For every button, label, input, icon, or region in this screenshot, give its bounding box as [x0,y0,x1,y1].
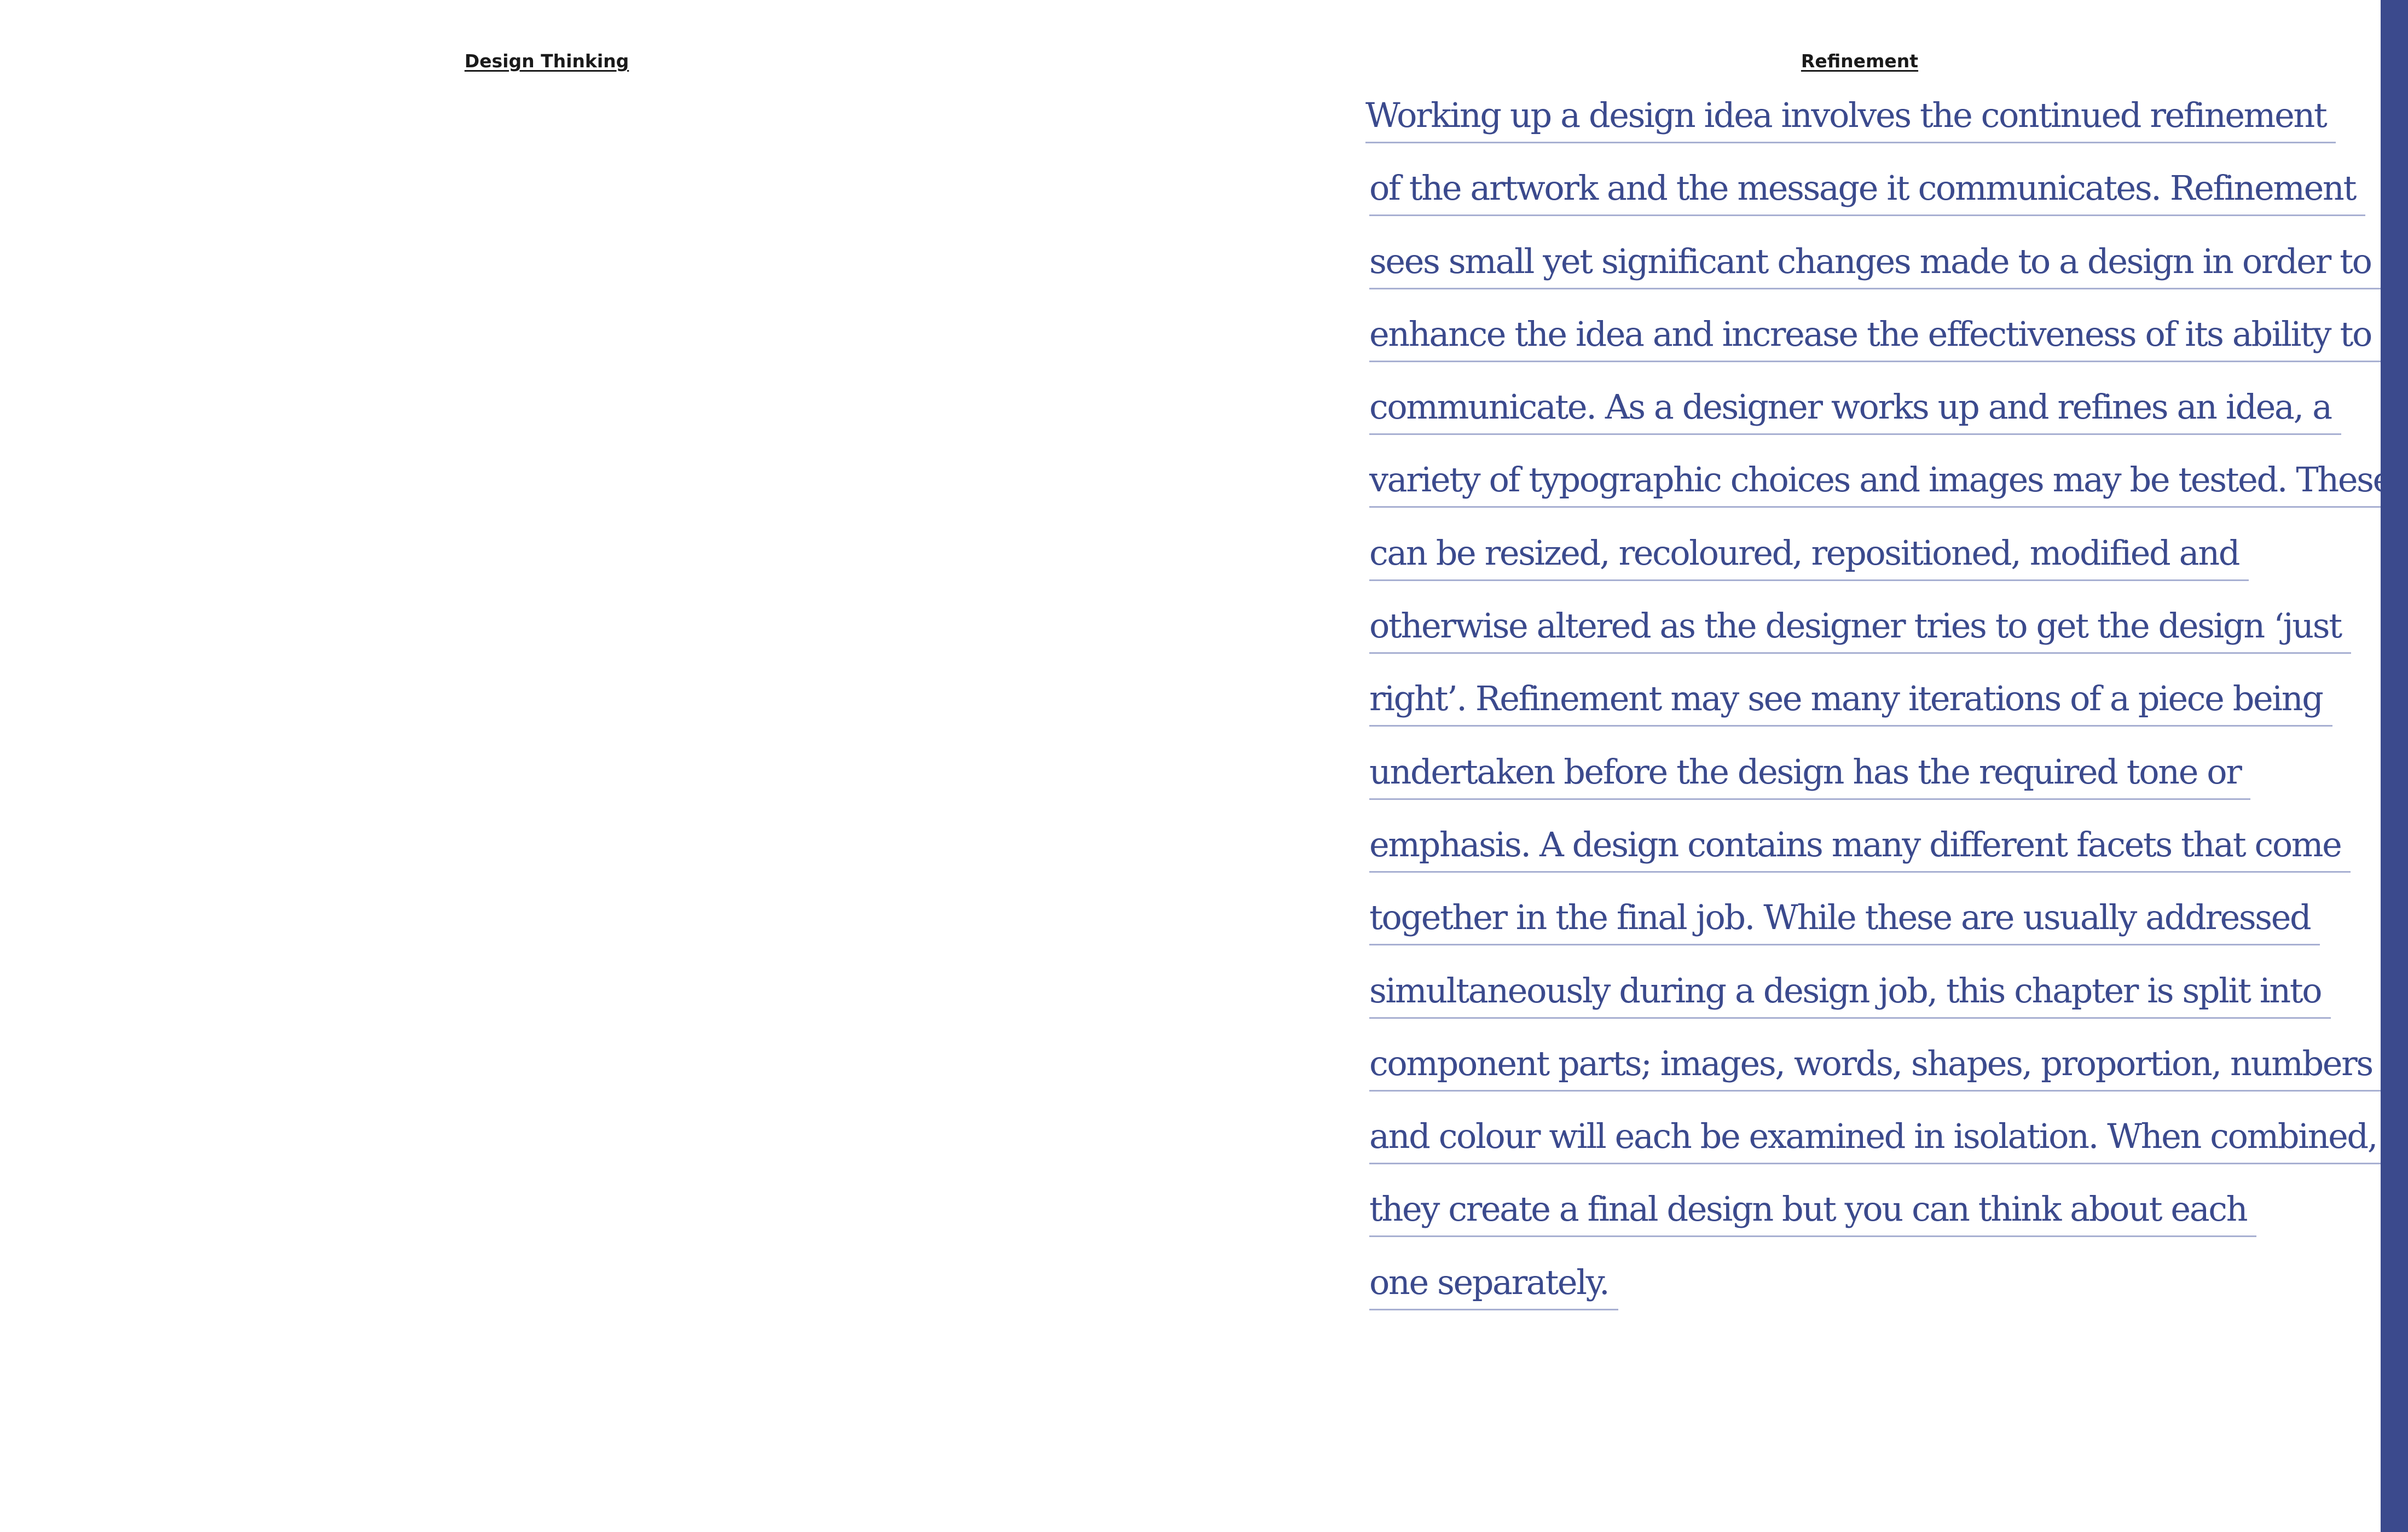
body-line: they create a final design but you can t… [1365,1178,2383,1251]
body-line: communicate. As a designer works up and … [1365,376,2383,449]
body-line: right’. Refinement may see many iteratio… [1365,668,2383,740]
body-line: and colour will each be examined in isol… [1365,1105,2387,1178]
body-line: can be resized, recoloured, repositioned… [1365,522,2383,595]
body-line: of the artwork and the message it commun… [1365,157,2383,230]
body-line: Working up a design idea involves the co… [1365,84,2383,157]
body-line: otherwise altered as the designer tries … [1365,595,2383,668]
body-line: undertaken before the design has the req… [1365,741,2383,814]
body-paragraph: Working up a design idea involves the co… [1365,84,2401,1324]
body-line: together in the final job. While these a… [1365,886,2383,959]
body-line: enhance the idea and increase the effect… [1365,303,2383,376]
right-page-running-head: Refinement [1801,50,1919,72]
body-line: sees small yet significant changes made … [1365,230,2383,303]
book-spread: Design Thinking Refinement Working up a … [0,0,2408,1532]
body-line: emphasis. A design contains many differe… [1365,814,2383,886]
body-line: simultaneously during a design job, this… [1365,960,2383,1032]
body-line: one separately. [1365,1251,2383,1324]
page-edge-color-bar [2381,0,2408,1532]
body-line: component parts; images, words, shapes, … [1365,1032,2383,1105]
left-page-running-head: Design Thinking [464,50,629,72]
body-line: variety of typographic choices and image… [1365,449,2401,521]
